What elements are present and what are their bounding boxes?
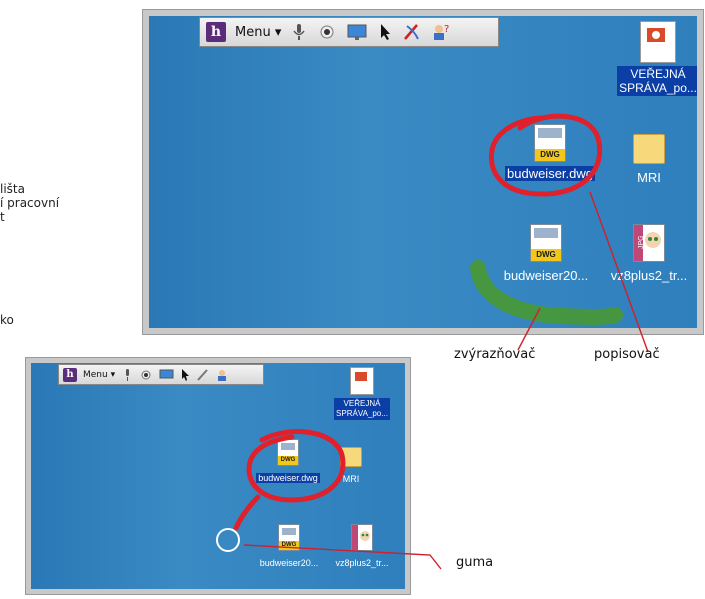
pdf-label-line1: VEŘEJNÁ (630, 67, 686, 81)
dwg-file-label: budweiser.dwg (505, 166, 595, 181)
annotation-toolbar: h Menu ▾ (58, 364, 264, 385)
menu-label: Menu (235, 24, 271, 40)
pdf-label-line1: VEŘEJNÁ (343, 399, 381, 408)
callout-highlighter: zvýrazňovač (454, 347, 536, 362)
desktop-icon-dwg-1[interactable]: DWG budweiser.dwg (253, 439, 323, 485)
pointer-icon[interactable] (180, 368, 190, 382)
svg-text:?: ? (444, 24, 449, 35)
camera-icon[interactable] (139, 368, 153, 382)
pdf-file-icon (640, 21, 676, 63)
desktop-icon-folder[interactable]: MRI (619, 134, 679, 186)
jpg-file-icon (351, 524, 373, 551)
callout-eraser: guma (456, 555, 494, 570)
pdf-label-line2: SPRÁVA_po... (619, 81, 697, 95)
screenshot-small: h Menu ▾ VEŘEJNÁ SPRÁVA_po... DWG budwei… (26, 358, 410, 594)
mic-icon[interactable] (121, 368, 133, 382)
dwg-file-label: budweiser.dwg (256, 473, 320, 483)
dwg-badge: DWG (535, 149, 565, 161)
pen-tool-icon[interactable] (196, 368, 210, 382)
pdf-label-line2: SPRÁVA_po... (336, 409, 388, 418)
description-text-fragment: ko (0, 313, 14, 327)
dwg-badge: DWG (278, 456, 298, 465)
dwg-badge: DWG (531, 249, 561, 261)
chevron-down-icon: ▾ (274, 24, 282, 40)
dwg-file-icon: DWG (278, 524, 300, 551)
pointer-icon[interactable] (377, 22, 393, 42)
menu-button[interactable]: Menu ▾ (83, 370, 115, 380)
pen-tool-icon[interactable] (402, 22, 422, 42)
app-logo-icon[interactable]: h (206, 22, 226, 42)
dwg-badge: DWG (279, 541, 299, 550)
callout-pen: popisovač (594, 347, 660, 362)
folder-label: MRI (637, 170, 661, 185)
desktop-icon-dwg-1[interactable]: DWG budweiser.dwg (495, 124, 605, 182)
folder-icon (340, 447, 362, 467)
app-logo-icon[interactable]: h (63, 367, 77, 382)
jpg-file-label: vz8plus2_tr... (335, 558, 389, 568)
desktop-icon-pdf[interactable]: VEŘEJNÁ SPRÁVA_po... (324, 367, 400, 420)
help-user-icon[interactable] (216, 368, 230, 382)
desktop-area: h Menu ▾ VEŘEJNÁ SPRÁVA_po... DWG budwei… (31, 363, 405, 589)
desktop-icon-pdf[interactable]: VEŘEJNÁ SPRÁVA_po... (603, 21, 697, 96)
mic-icon[interactable] (290, 22, 308, 42)
monitor-icon[interactable] (346, 22, 368, 42)
description-text-toolbar: lišta í pracovní t (0, 182, 60, 224)
dwg-file-label: budweiser20... (503, 268, 589, 283)
camera-icon[interactable] (317, 22, 337, 42)
menu-button[interactable]: Menu ▾ (235, 25, 281, 40)
dwg-file-icon: DWG (530, 224, 562, 262)
pdf-file-label: VEŘEJNÁ SPRÁVA_po... (334, 398, 390, 420)
dwg-file-icon: DWG (534, 124, 566, 162)
dwg-file-label: budweiser20... (259, 558, 319, 568)
jpg-badge: JPG (638, 235, 645, 249)
dwg-file-icon: DWG (277, 439, 299, 466)
annotation-toolbar: h Menu ▾ ? (199, 17, 499, 47)
chevron-down-icon: ▾ (110, 369, 116, 380)
desktop-icon-folder[interactable]: MRI (331, 447, 371, 486)
screenshot-large: h Menu ▾ ? VEŘEJNÁ SPRÁVA_po... DWG budw… (143, 10, 703, 334)
jpg-file-label: vz8plus2_tr... (610, 268, 688, 283)
desktop-icon-dwg-2[interactable]: DWG budweiser20... (251, 524, 327, 570)
desktop-area: h Menu ▾ ? VEŘEJNÁ SPRÁVA_po... DWG budw… (149, 16, 697, 328)
desktop-icon-jpg[interactable]: vz8plus2_tr... (324, 524, 400, 570)
help-user-icon[interactable]: ? (431, 22, 451, 42)
pdf-file-label: VEŘEJNÁ SPRÁVA_po... (617, 66, 697, 96)
pdf-file-icon (350, 367, 374, 395)
menu-label: Menu (83, 369, 108, 380)
desktop-icon-dwg-2[interactable]: DWG budweiser20... (491, 224, 601, 284)
folder-label: MRI (342, 474, 360, 484)
folder-icon (633, 134, 665, 164)
desktop-icon-jpg[interactable]: JPG vz8plus2_tr... (599, 224, 697, 284)
jpg-file-icon: JPG (633, 224, 665, 262)
monitor-icon[interactable] (159, 368, 174, 382)
